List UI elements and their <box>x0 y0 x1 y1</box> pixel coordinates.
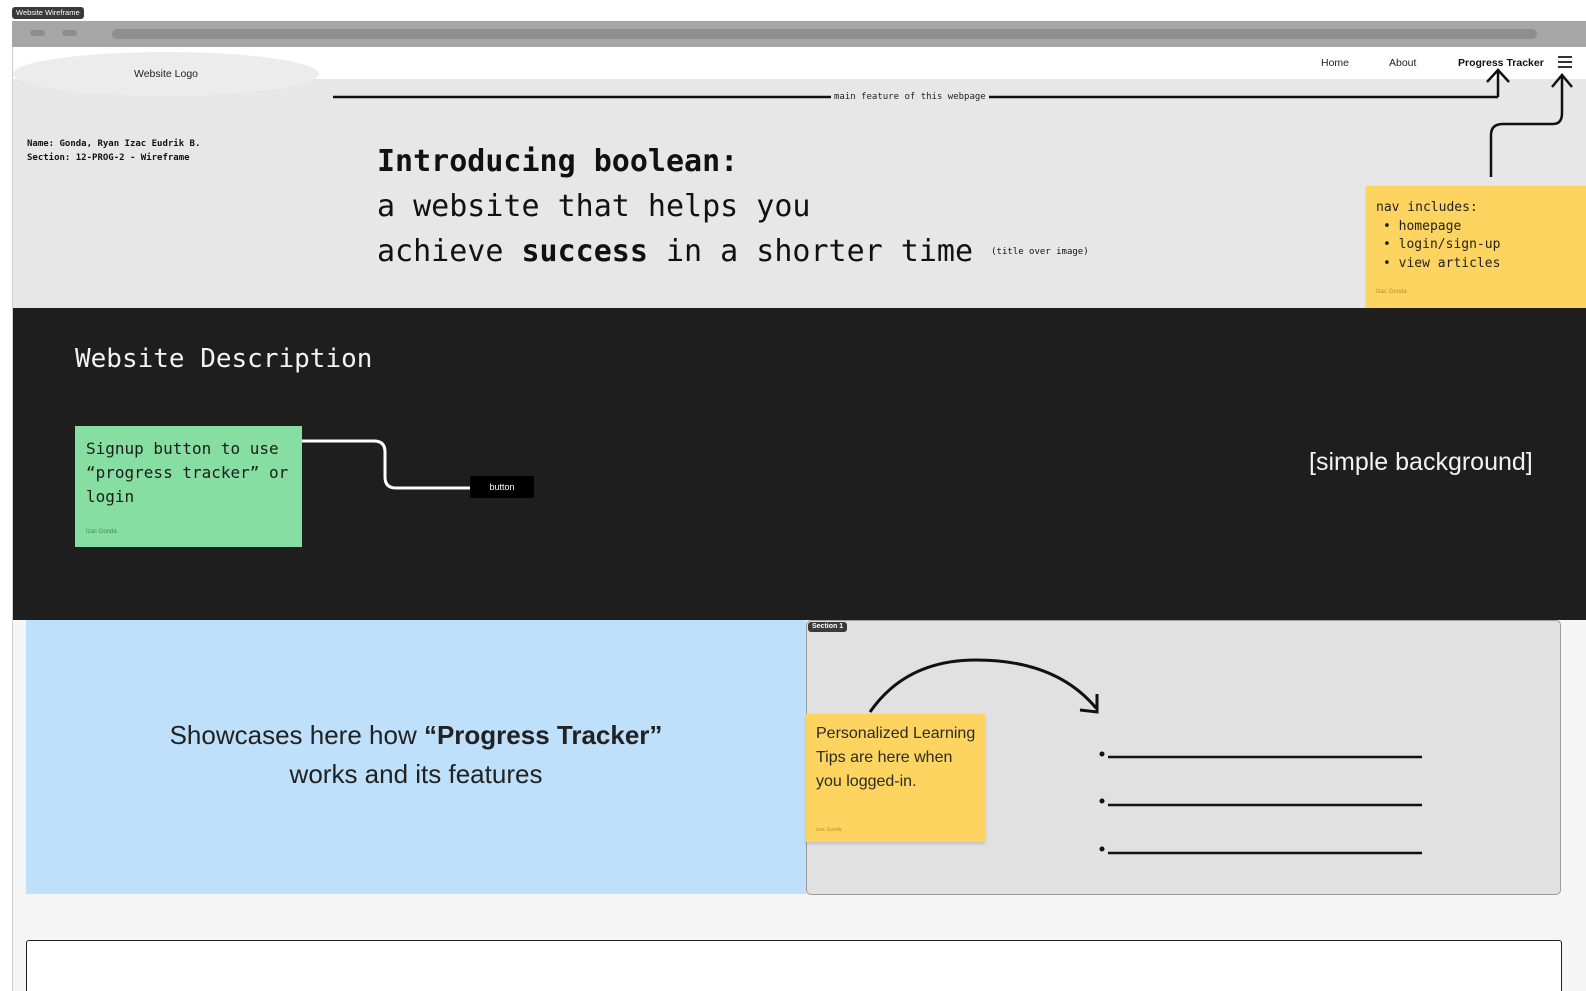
sticky-author: Izac Gonda <box>1376 289 1407 295</box>
background-note: [simple background] <box>1309 448 1533 476</box>
headline-line-3-suffix: in a shorter time <box>647 234 974 269</box>
arrow-head-icon <box>1079 694 1099 714</box>
showcase-text-prefix: Showcases here how <box>169 720 424 750</box>
feature-label: main feature of this webpage <box>831 92 989 102</box>
title-note: (title over image) <box>991 247 1089 257</box>
headline-emphasis: success <box>521 234 648 269</box>
frame-label: Website Wireframe <box>12 7 84 19</box>
bullet-dot-icon <box>1099 751 1105 757</box>
hero-headline: Introducing boolean: a website that help… <box>377 139 1089 275</box>
nav-annotation-line <box>1489 76 1564 177</box>
browser-bar <box>12 21 1586 48</box>
showcase-text-suffix: works and its features <box>289 759 543 789</box>
next-section-frame <box>26 940 1562 991</box>
sticky-author: Izac Gonda <box>86 529 117 535</box>
bullet-dot-icon <box>1099 846 1105 852</box>
sticky-signup-text: Signup button to use “progress tracker” … <box>86 439 289 506</box>
sticky-note-tips: Personalized Learning Tips are here when… <box>806 714 985 842</box>
sticky-nav-text: nav includes: • homepage • login/sign-up… <box>1376 199 1500 273</box>
sticky-nav-item: • homepage <box>1383 218 1462 234</box>
sticky-nav-item: • view articles <box>1383 255 1501 271</box>
page-canvas: Website Logo Home About Progress Tracker… <box>12 47 1586 991</box>
sticky-author: Izac Gonda <box>816 827 842 833</box>
headline-line-3-prefix: achieve <box>377 234 522 269</box>
headline-line-1: Introducing boolean: <box>377 144 739 179</box>
sticky-tips-text: Personalized Learning Tips are here when… <box>816 725 976 790</box>
sticky-nav-item: • login/sign-up <box>1383 237 1501 252</box>
window-dot-icon <box>62 30 77 36</box>
showcase-panel: Showcases here how “Progress Tracker” wo… <box>26 620 806 894</box>
headline-line-3: achieve success in a shorter time (title… <box>377 229 1089 275</box>
bullet-dot-icon <box>1099 798 1105 804</box>
connector-line <box>302 439 470 490</box>
description-section: Website Description Signup button to use… <box>13 308 1586 620</box>
window-dot-icon <box>30 30 45 36</box>
sticky-note-signup: Signup button to use “progress tracker” … <box>75 426 302 547</box>
address-bar[interactable] <box>112 29 1537 39</box>
signup-button[interactable]: button <box>470 476 534 498</box>
showcase-text: Showcases here how “Progress Tracker” wo… <box>26 716 806 794</box>
sticky-nav-title: nav includes: <box>1376 200 1478 215</box>
sticky-note-nav: nav includes: • homepage • login/sign-up… <box>1366 186 1586 308</box>
showcase-area: Showcases here how “Progress Tracker” wo… <box>13 620 1586 991</box>
description-title: Website Description <box>75 344 373 374</box>
showcase-emphasis: “Progress Tracker” <box>423 720 663 750</box>
headline-line-2: a website that helps you <box>377 189 811 224</box>
curved-arrow <box>868 658 1098 713</box>
